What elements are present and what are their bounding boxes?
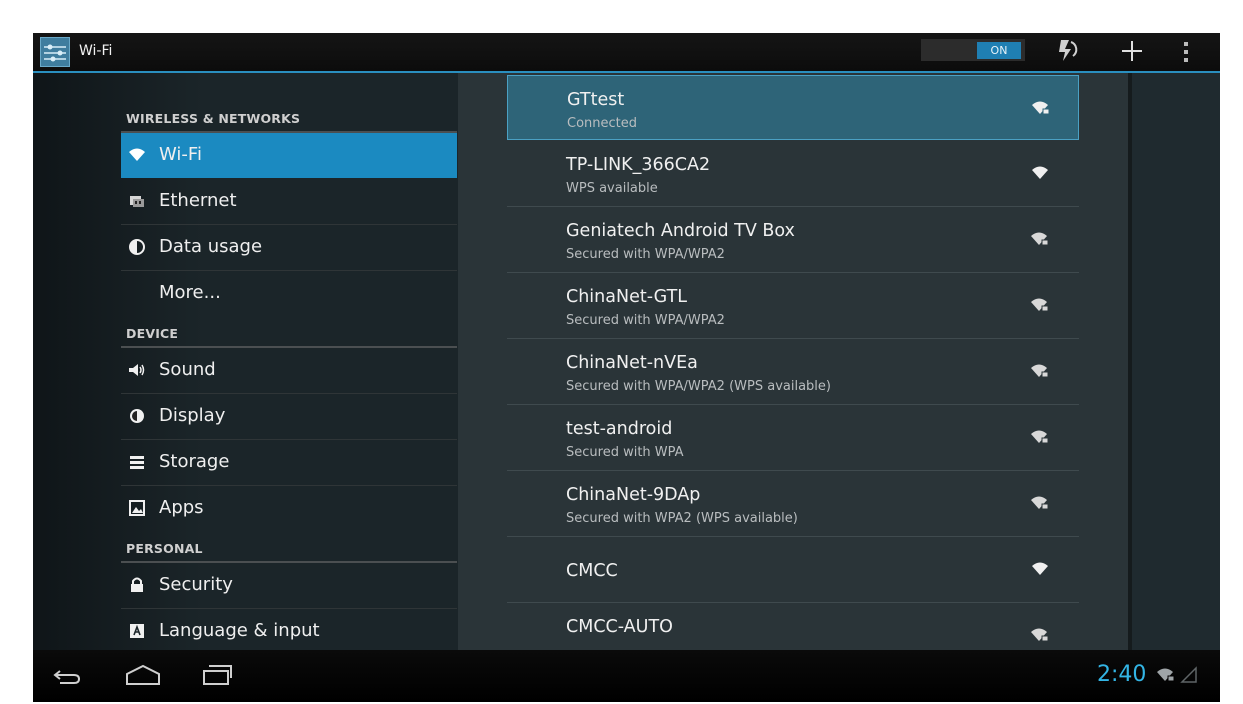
ethernet-icon bbox=[128, 192, 146, 210]
apps-icon bbox=[128, 499, 146, 517]
network-row[interactable]: ChinaNet-GTL Secured with WPA/WPA2 bbox=[507, 273, 1079, 338]
section-header-device: DEVICE bbox=[126, 326, 179, 341]
sidebar-item-data-usage[interactable]: Data usage bbox=[121, 225, 457, 270]
wps-scan-icon[interactable] bbox=[1055, 36, 1079, 64]
status-clock: 2:40 bbox=[1097, 662, 1147, 687]
wifi-toggle-switch[interactable]: ON bbox=[921, 39, 1025, 61]
network-status: Secured with WPA/WPA2 (WPS available) bbox=[566, 379, 831, 394]
sidebar-item-label: Ethernet bbox=[159, 190, 237, 211]
network-ssid: CMCC-AUTO bbox=[566, 617, 673, 637]
storage-icon bbox=[128, 453, 146, 471]
data-usage-icon bbox=[128, 238, 146, 256]
sidebar-item-more[interactable]: More... bbox=[121, 271, 457, 316]
action-bar: Wi-Fi ON bbox=[33, 33, 1220, 71]
wifi-signal-secured-icon bbox=[1030, 231, 1050, 247]
cell-signal-icon bbox=[1180, 666, 1198, 684]
wifi-signal-secured-icon bbox=[1030, 363, 1050, 379]
sidebar-item-apps[interactable]: Apps bbox=[121, 486, 457, 531]
network-row[interactable]: TP-LINK_366CA2 WPS available bbox=[507, 141, 1079, 206]
sidebar-item-label: Language & input bbox=[159, 620, 320, 641]
sidebar-item-label: Wi-Fi bbox=[159, 144, 202, 165]
back-icon[interactable] bbox=[52, 665, 82, 687]
wifi-signal-secured-icon bbox=[1030, 429, 1050, 445]
wifi-toggle-thumb[interactable]: ON bbox=[977, 42, 1021, 59]
page-title: Wi-Fi bbox=[79, 43, 113, 59]
wifi-signal-secured-icon bbox=[1030, 297, 1050, 313]
display-icon bbox=[128, 407, 146, 425]
system-navigation-bar: 2:40 bbox=[33, 650, 1220, 702]
settings-sidebar: WIRELESS & NETWORKS Wi-Fi Ethernet Data … bbox=[33, 73, 458, 650]
network-status: Secured with WPA bbox=[566, 445, 684, 460]
sidebar-item-storage[interactable]: Storage bbox=[121, 440, 457, 485]
sidebar-item-label: Storage bbox=[159, 451, 230, 472]
network-status: Secured with WPA/WPA2 bbox=[566, 313, 725, 328]
sidebar-item-sound[interactable]: Sound bbox=[121, 348, 457, 393]
network-row[interactable]: test-android Secured with WPA bbox=[507, 405, 1079, 470]
network-status: Secured with WPA/WPA2 bbox=[566, 247, 725, 262]
sound-icon bbox=[128, 361, 146, 379]
settings-sliders-icon[interactable] bbox=[40, 37, 70, 67]
network-ssid: Geniatech Android TV Box bbox=[566, 221, 795, 241]
recents-icon[interactable] bbox=[201, 662, 235, 688]
network-row[interactable]: ChinaNet-nVEa Secured with WPA/WPA2 (WPS… bbox=[507, 339, 1079, 404]
network-status: Connected bbox=[567, 116, 638, 131]
wifi-network-list: GTtest Connected TP-LINK_366CA2 WPS avai… bbox=[458, 73, 1128, 650]
sidebar-item-label: Display bbox=[159, 405, 226, 426]
network-ssid: test-android bbox=[566, 419, 673, 439]
wifi-signal-secured-icon bbox=[1030, 627, 1050, 643]
wifi-signal-icon bbox=[1030, 561, 1050, 577]
wifi-signal-icon bbox=[1030, 165, 1050, 181]
section-header-wireless: WIRELESS & NETWORKS bbox=[126, 111, 301, 126]
language-icon bbox=[128, 622, 146, 640]
sidebar-item-wifi[interactable]: Wi-Fi bbox=[121, 133, 457, 178]
sidebar-item-security[interactable]: Security bbox=[121, 563, 457, 608]
network-ssid: CMCC bbox=[566, 561, 618, 581]
section-header-personal: PERSONAL bbox=[126, 541, 203, 556]
lock-icon bbox=[128, 576, 146, 594]
add-network-icon[interactable] bbox=[1119, 37, 1145, 65]
network-row[interactable]: Geniatech Android TV Box Secured with WP… bbox=[507, 207, 1079, 272]
network-ssid: GTtest bbox=[567, 90, 625, 110]
network-ssid: ChinaNet-nVEa bbox=[566, 353, 698, 373]
sidebar-item-display[interactable]: Display bbox=[121, 394, 457, 439]
wifi-signal-secured-icon bbox=[1030, 495, 1050, 511]
network-row-connected[interactable]: GTtest Connected bbox=[507, 75, 1079, 140]
status-wifi-icon bbox=[1156, 667, 1176, 683]
network-ssid: ChinaNet-GTL bbox=[566, 287, 688, 307]
sidebar-item-label: Security bbox=[159, 574, 233, 595]
scrollbar[interactable] bbox=[1128, 73, 1132, 650]
network-status: Secured with WPA2 (WPS available) bbox=[566, 511, 798, 526]
sidebar-item-label: Data usage bbox=[159, 236, 263, 257]
home-icon[interactable] bbox=[123, 662, 163, 688]
sidebar-item-label: Apps bbox=[159, 497, 204, 518]
network-ssid: ChinaNet-9DAp bbox=[566, 485, 701, 505]
network-ssid: TP-LINK_366CA2 bbox=[566, 155, 711, 175]
network-row[interactable]: CMCC bbox=[507, 537, 1079, 602]
sidebar-item-label: More... bbox=[159, 282, 221, 303]
wifi-signal-secured-icon bbox=[1031, 100, 1051, 116]
tablet-screen: Wi-Fi ON WIRELESS & NETWORKS Wi-Fi Ether… bbox=[33, 33, 1220, 702]
sidebar-item-label: Sound bbox=[159, 359, 216, 380]
sidebar-item-language[interactable]: Language & input bbox=[121, 609, 457, 654]
network-row[interactable]: ChinaNet-9DAp Secured with WPA2 (WPS ava… bbox=[507, 471, 1079, 536]
network-status: WPS available bbox=[566, 181, 658, 196]
wifi-icon bbox=[128, 146, 146, 164]
overflow-menu-icon[interactable] bbox=[1180, 39, 1192, 65]
sidebar-item-ethernet[interactable]: Ethernet bbox=[121, 179, 457, 224]
